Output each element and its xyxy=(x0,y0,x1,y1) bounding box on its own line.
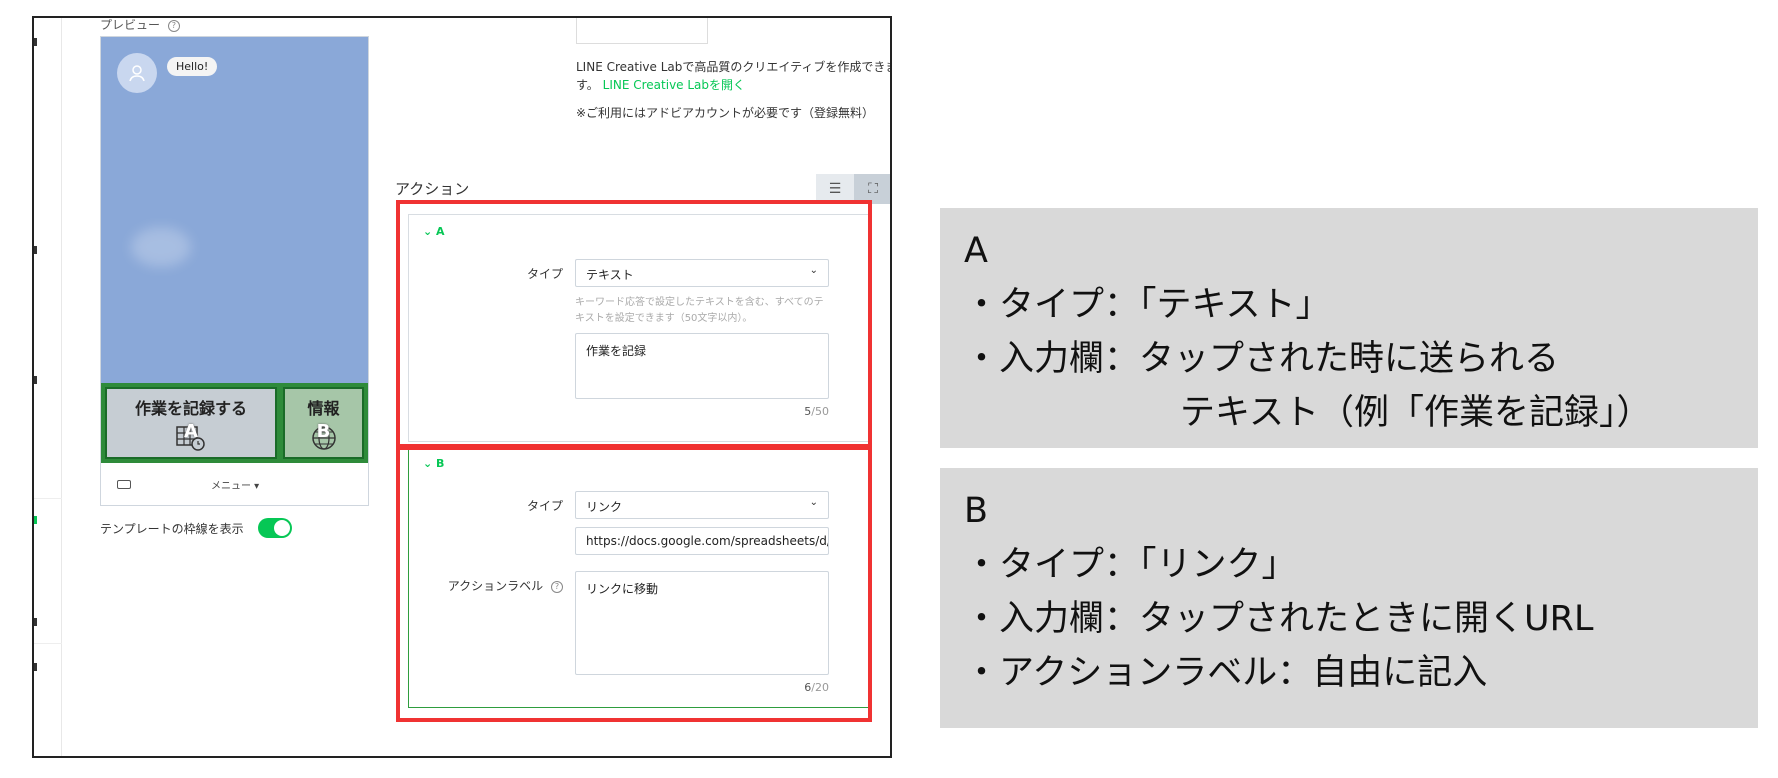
note-b-line2: ・入力欄：タップされたときに開くURL xyxy=(964,599,1594,639)
image-placeholder xyxy=(576,18,708,44)
creative-lab-link[interactable]: LINE Creative Labを開く xyxy=(603,78,745,92)
note-b-line1: ・タイプ：「リンク」 xyxy=(964,545,1297,585)
phone-preview: Hello! 作業を記録する A 情報 B メニュー ▾ xyxy=(100,36,369,506)
rich-menu-b-letter: B xyxy=(316,421,331,442)
rail-marker xyxy=(34,663,37,671)
note-card-b: B ・タイプ：「リンク」 ・入力欄：タップされたときに開くURL ・アクションラ… xyxy=(940,468,1758,728)
avatar xyxy=(117,53,157,93)
note-a-line1: ・タイプ：「テキスト」 xyxy=(964,285,1331,325)
highlight-box-b xyxy=(396,446,872,722)
rail-marker xyxy=(34,376,37,384)
keyboard-icon[interactable] xyxy=(117,479,131,489)
rich-menu-a-letter: A xyxy=(184,421,198,442)
chat-screen: Hello! xyxy=(101,37,368,383)
rail-divider xyxy=(34,643,62,644)
rail-marker xyxy=(34,38,37,46)
rail-marker xyxy=(34,246,37,254)
rail-marker-active xyxy=(34,516,37,524)
list-icon: ☰ xyxy=(828,181,842,197)
note-a-line3: テキスト（例「作業を記録」） xyxy=(1180,393,1652,433)
rich-menu-area-b[interactable]: 情報 B xyxy=(283,387,364,459)
menu-toggle[interactable]: メニュー ▾ xyxy=(211,477,259,492)
preview-label: プレビュー ? xyxy=(100,18,180,33)
adobe-note: ※ご利用にはアドビアカウントが必要です（登録無料） xyxy=(576,106,875,120)
note-a-title: A xyxy=(964,231,988,271)
template-border-label: テンプレートの枠線を表示 xyxy=(100,521,244,536)
preview-label-text: プレビュー xyxy=(100,18,161,32)
rich-menu-b-title: 情報 xyxy=(307,399,340,418)
left-rail xyxy=(34,18,62,756)
rich-menu: 作業を記録する A 情報 B xyxy=(101,383,368,463)
background-cloud xyxy=(131,227,191,267)
note-b-line3: ・アクションラベル：自由に記入 xyxy=(964,653,1488,693)
note-b-title: B xyxy=(964,491,989,531)
help-icon[interactable]: ? xyxy=(167,19,180,32)
expand-icon: ⛶ xyxy=(868,181,878,197)
template-border-row: テンプレートの枠線を表示 xyxy=(100,518,292,538)
creative-lab-text: LINE Creative Labで高品質のクリエイティブを作成できます。 LI… xyxy=(576,58,890,94)
note-card-a: A ・タイプ：「テキスト」 ・入力欄：タップされた時に送られる テキスト（例「作… xyxy=(940,208,1758,448)
action-section-title: アクション xyxy=(395,180,470,198)
note-a-line2: ・入力欄：タップされた時に送られる xyxy=(964,339,1560,379)
rail-marker xyxy=(34,618,37,626)
rich-menu-a-title: 作業を記録する xyxy=(134,399,247,418)
rail-divider xyxy=(34,498,62,499)
chat-bubble: Hello! xyxy=(167,57,218,76)
template-border-toggle[interactable] xyxy=(257,518,292,538)
highlight-box-a xyxy=(396,200,872,448)
rich-menu-area-a[interactable]: 作業を記録する A xyxy=(105,387,277,459)
user-icon xyxy=(129,65,145,82)
screenshot-frame: プレビュー ? Hello! 作業を記録する A 情報 B メニュー ▾ テンプ… xyxy=(32,16,892,758)
chat-menu-bar: メニュー ▾ xyxy=(101,463,368,505)
